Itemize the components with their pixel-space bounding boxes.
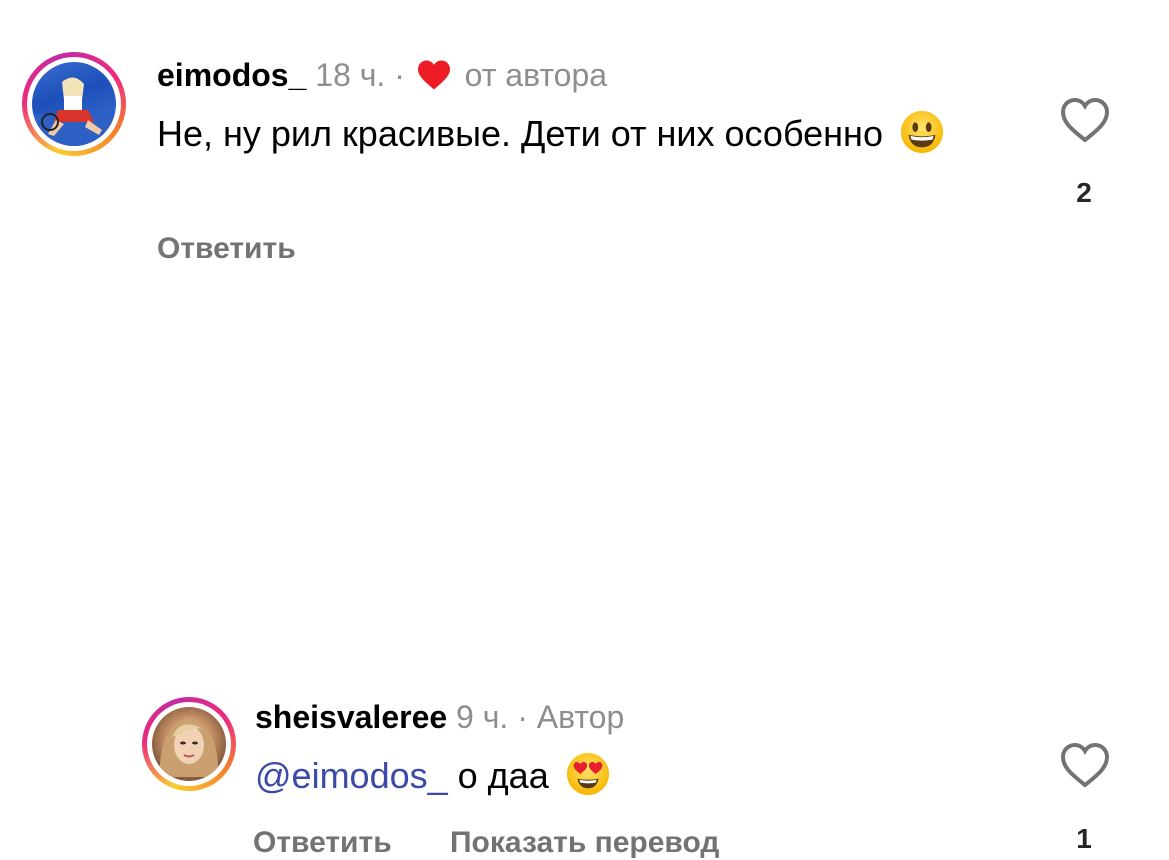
like-count: 1 [1076, 823, 1092, 854]
author-liked-heart-icon [417, 60, 450, 90]
timestamp: 18 ч. [315, 57, 386, 93]
reply-button[interactable]: Ответить [157, 232, 296, 265]
show-translation-button[interactable]: Показать перевод [450, 826, 719, 859]
separator: · [394, 57, 405, 93]
timestamp: 9 ч. [456, 699, 509, 735]
comment-body: Не, ну рил красивые. Дети от них особенн… [157, 113, 883, 154]
like-heart-icon[interactable] [1059, 96, 1111, 144]
heart-eyes-emoji-icon [566, 752, 609, 796]
avatar[interactable] [22, 52, 126, 156]
like-heart-icon[interactable] [1059, 741, 1111, 789]
author-badge: от автора [464, 57, 608, 93]
reply-button[interactable]: Ответить [253, 826, 392, 859]
separator: · [517, 699, 528, 735]
comment-header: eimodos_ 18 ч. · от автора [157, 55, 607, 95]
comment-actions: Ответить [157, 232, 346, 266]
avatar[interactable] [142, 697, 236, 791]
comment-item: eimodos_ 18 ч. · от автора Не, ну рил кр… [0, 0, 1169, 300]
comment-header: sheisvaleree 9 ч. · Автор [255, 697, 624, 737]
author-badge: Автор [536, 699, 625, 735]
comment-text: @eimodos_ о даа [255, 751, 1055, 801]
comment-text: Не, ну рил красивые. Дети от них особенн… [157, 109, 957, 159]
comment-actions: Ответить Показать перевод [253, 826, 769, 860]
username[interactable]: sheisvaleree [255, 699, 447, 735]
reply-item: sheisvaleree 9 ч. · Автор @eimodos_ о да… [0, 340, 1169, 859]
avatar-photo [32, 62, 116, 146]
comment-body: о даа [457, 755, 549, 796]
grinning-face-emoji-icon [900, 110, 944, 154]
username[interactable]: eimodos_ [157, 57, 306, 93]
avatar-photo [152, 707, 226, 781]
mention-link[interactable]: @eimodos_ [255, 755, 448, 796]
like-count: 2 [1076, 177, 1092, 208]
